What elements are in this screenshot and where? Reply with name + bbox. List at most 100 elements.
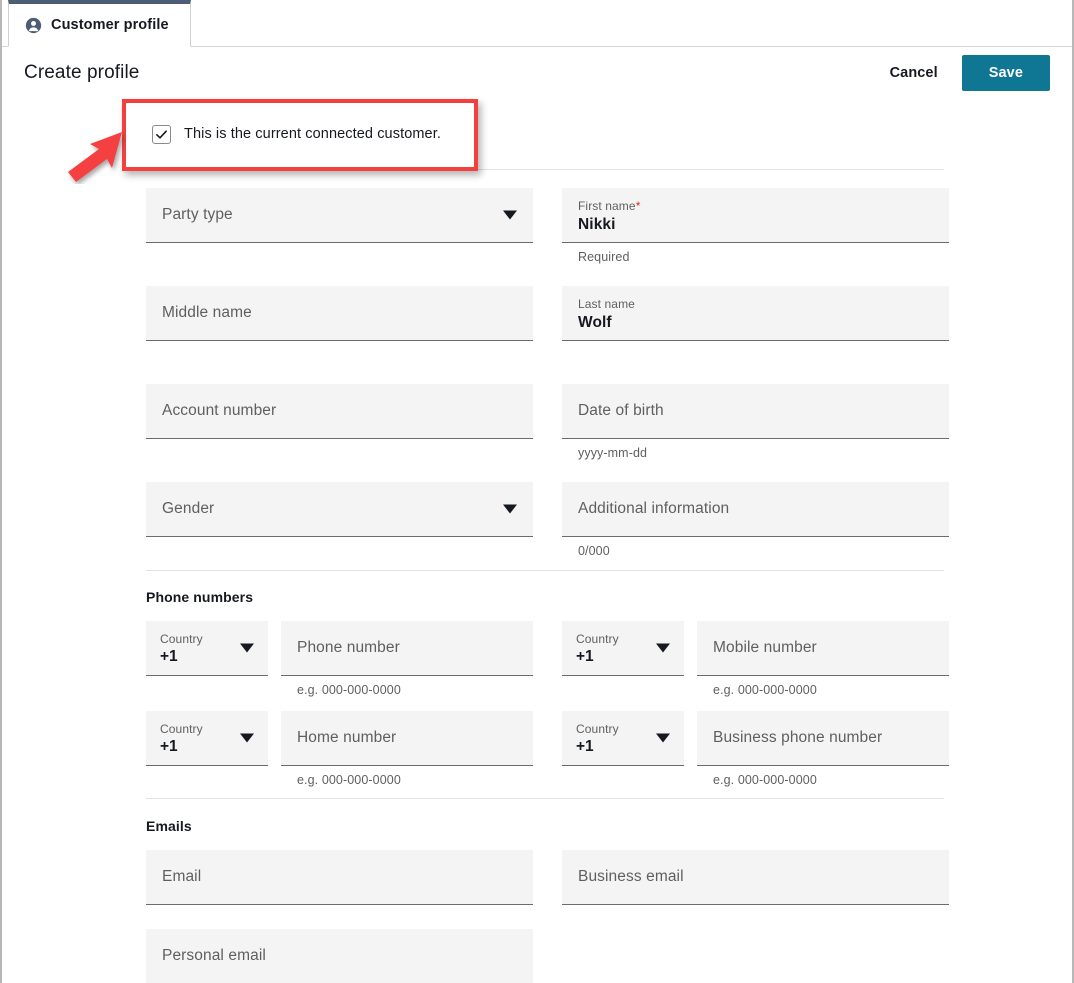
party-type-help-spacer xyxy=(146,243,533,268)
divider-top xyxy=(146,169,944,170)
connected-customer-checkbox[interactable] xyxy=(152,125,171,144)
party-type-placeholder: Party type xyxy=(162,206,517,224)
form-row-3: Account number Date of birth yyyy-mm-dd xyxy=(146,384,944,464)
middle-name-help-spacer xyxy=(146,341,533,366)
phone-number-field[interactable]: Phone number xyxy=(281,621,533,676)
form-col-right-1: First name* Nikki Required xyxy=(562,188,949,264)
home-number-field[interactable]: Home number xyxy=(281,711,533,766)
business-email-placeholder: Business email xyxy=(578,868,933,886)
form-col-right-4: Additional information 0/000 xyxy=(562,482,949,558)
mobile-number-wrapper: Mobile number e.g. 000-000-0000 xyxy=(697,621,949,697)
mobile-number-field[interactable]: Mobile number xyxy=(697,621,949,676)
form-col-left-2: Middle name xyxy=(146,286,533,366)
first-name-label: First name* xyxy=(578,199,933,214)
chevron-down-icon xyxy=(240,734,254,743)
phone-number-placeholder: Phone number xyxy=(297,639,517,657)
personal-email-placeholder: Personal email xyxy=(162,947,517,965)
date-of-birth-field[interactable]: Date of birth xyxy=(562,384,949,439)
email-field[interactable]: Email xyxy=(146,850,533,905)
person-icon xyxy=(25,17,42,34)
party-type-select[interactable]: Party type xyxy=(146,188,533,243)
country-code-select-business[interactable]: Country +1 xyxy=(562,711,684,766)
first-name-help: Required xyxy=(562,243,949,264)
connected-customer-row[interactable]: This is the current connected customer. xyxy=(146,99,944,169)
business-phone-group: Country +1 Business phone number e.g. 00… xyxy=(562,711,949,787)
divider-phone xyxy=(146,570,944,571)
tab-bar: Customer profile xyxy=(2,0,1072,47)
required-asterisk: * xyxy=(636,199,641,213)
home-number-group: Country +1 Home number e.g. 000-000-0000 xyxy=(146,711,533,787)
gender-placeholder: Gender xyxy=(162,500,517,518)
personal-email-field[interactable]: Personal email xyxy=(146,929,533,983)
email-col-right-1: Business email xyxy=(562,850,949,905)
business-email-field[interactable]: Business email xyxy=(562,850,949,905)
email-section-title: Emails xyxy=(146,818,944,834)
form-row-4: Gender Additional information 0/000 xyxy=(146,482,944,562)
home-number-placeholder: Home number xyxy=(297,729,517,747)
page-header: Create profile Cancel Save xyxy=(2,47,1072,99)
phone-col-right-2: Country +1 Business phone number e.g. 00… xyxy=(562,711,949,787)
tab-customer-profile[interactable]: Customer profile xyxy=(8,0,191,47)
phone-number-wrapper: Phone number e.g. 000-000-0000 xyxy=(281,621,533,697)
form-col-left-1: Party type xyxy=(146,188,533,268)
chevron-down-icon xyxy=(503,211,517,220)
mobile-number-placeholder: Mobile number xyxy=(713,639,933,657)
country-code-select-mobile[interactable]: Country +1 xyxy=(562,621,684,676)
chevron-down-icon xyxy=(503,505,517,514)
phone-section-title: Phone numbers xyxy=(146,589,944,605)
phone-col-right-1: Country +1 Mobile number e.g. 000-000-00… xyxy=(562,621,949,697)
phone-col-left-2: Country +1 Home number e.g. 000-000-0000 xyxy=(146,711,533,787)
middle-name-field[interactable]: Middle name xyxy=(146,286,533,341)
first-name-value: Nikki xyxy=(578,214,933,235)
chevron-down-icon xyxy=(240,644,254,653)
email-col-left-1: Email xyxy=(146,850,533,905)
header-actions: Cancel Save xyxy=(884,55,1050,91)
check-icon xyxy=(155,128,168,141)
account-number-help-spacer xyxy=(146,439,533,464)
account-number-field[interactable]: Account number xyxy=(146,384,533,439)
form-row-2: Middle name Last name Wolf xyxy=(146,286,944,366)
form-row-1: Party type First name* Nikki Required xyxy=(146,188,944,268)
last-name-value: Wolf xyxy=(578,312,933,333)
country-code-select-home[interactable]: Country +1 xyxy=(146,711,268,766)
connected-customer-label: This is the current connected customer. xyxy=(184,126,441,142)
phone-row-1: Country +1 Phone number e.g. 000-000-000… xyxy=(146,621,944,697)
mobile-number-help: e.g. 000-000-0000 xyxy=(697,676,949,697)
last-name-help-spacer xyxy=(562,341,949,366)
gender-select[interactable]: Gender xyxy=(146,482,533,537)
first-name-field[interactable]: First name* Nikki xyxy=(562,188,949,243)
save-button[interactable]: Save xyxy=(962,55,1050,91)
gender-help-spacer xyxy=(146,537,533,562)
chevron-down-icon xyxy=(656,734,670,743)
email-row-2: Personal email xyxy=(146,929,944,983)
last-name-field[interactable]: Last name Wolf xyxy=(562,286,949,341)
phone-col-left-1: Country +1 Phone number e.g. 000-000-000… xyxy=(146,621,533,697)
form-col-left-3: Account number xyxy=(146,384,533,464)
phone-row-2: Country +1 Home number e.g. 000-000-0000 xyxy=(146,711,944,787)
form-col-left-4: Gender xyxy=(146,482,533,562)
date-of-birth-placeholder: Date of birth xyxy=(578,402,933,420)
business-phone-help: e.g. 000-000-0000 xyxy=(697,766,949,787)
business-phone-placeholder: Business phone number xyxy=(713,729,933,747)
chevron-down-icon xyxy=(656,644,670,653)
additional-information-field[interactable]: Additional information xyxy=(562,482,949,537)
business-phone-field[interactable]: Business phone number xyxy=(697,711,949,766)
home-number-wrapper: Home number e.g. 000-000-0000 xyxy=(281,711,533,787)
customer-profile-page: Customer profile Create profile Cancel S… xyxy=(0,0,1074,983)
phone-number-help: e.g. 000-000-0000 xyxy=(281,676,533,697)
email-placeholder: Email xyxy=(162,868,517,886)
additional-information-placeholder: Additional information xyxy=(578,500,933,518)
form-col-right-2: Last name Wolf xyxy=(562,286,949,366)
additional-information-counter: 0/000 xyxy=(562,537,949,558)
tab-label: Customer profile xyxy=(51,17,169,33)
page-title: Create profile xyxy=(24,62,139,84)
phone-number-group: Country +1 Phone number e.g. 000-000-000… xyxy=(146,621,533,697)
home-number-help: e.g. 000-000-0000 xyxy=(281,766,533,787)
date-of-birth-help: yyyy-mm-dd xyxy=(562,439,949,460)
country-code-select-phone[interactable]: Country +1 xyxy=(146,621,268,676)
cancel-button[interactable]: Cancel xyxy=(884,57,944,89)
email-col-left-2: Personal email xyxy=(146,929,533,983)
account-number-placeholder: Account number xyxy=(162,402,517,420)
middle-name-placeholder: Middle name xyxy=(162,304,517,322)
last-name-label: Last name xyxy=(578,297,933,312)
